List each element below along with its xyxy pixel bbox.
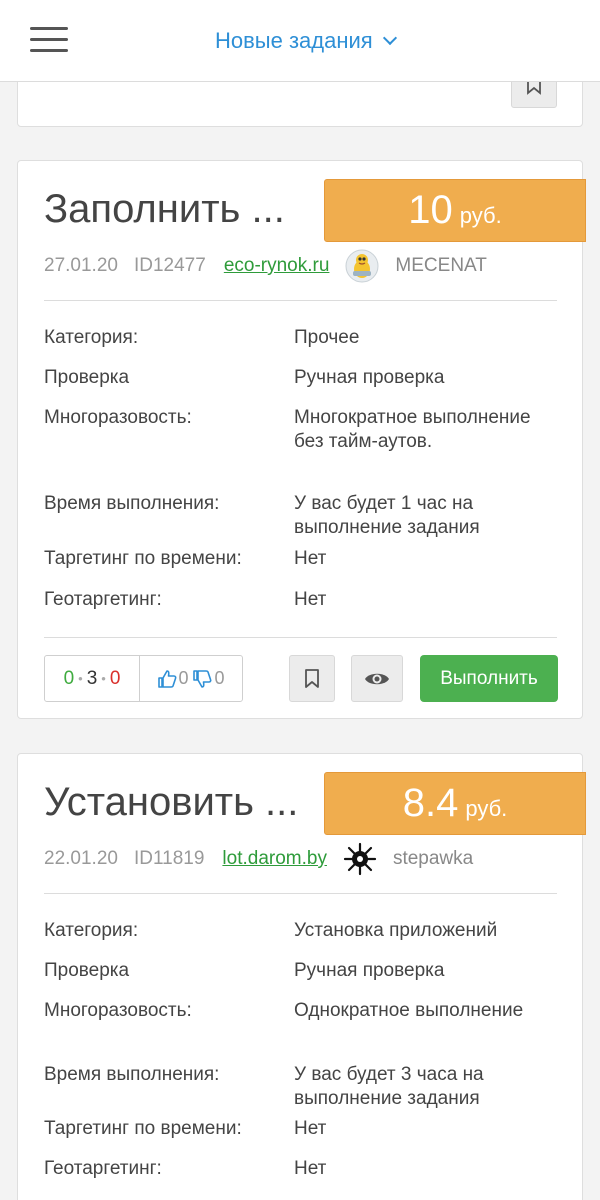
detail-value: У вас будет 3 часа на выполнение задания [294, 1064, 484, 1109]
detail-value: Нет [294, 1118, 327, 1139]
detail-row-time-targeting: Таргетинг по времени: Нет [44, 547, 557, 571]
hide-task-button[interactable] [351, 655, 403, 702]
price-currency: руб. [465, 795, 508, 821]
task-meta: 22.01.20 ID11819 lot.darom.by stepawka [44, 842, 473, 876]
price-badge: 8.4 руб. [324, 772, 586, 835]
section-dropdown[interactable]: Новые задания [215, 26, 397, 56]
do-task-button[interactable]: Выполнить [420, 655, 558, 702]
detail-value: Прочее [294, 327, 360, 348]
detail-label: Геотаргетинг: [44, 1158, 162, 1179]
task-card: Установить ... 8.4 руб. 22.01.20 ID11819… [17, 753, 586, 1200]
detail-value: Установка приложений [294, 920, 498, 941]
detail-label: Геотаргетинг: [44, 589, 162, 610]
detail-label: Проверка [44, 367, 130, 388]
detail-label: Категория: [44, 920, 139, 941]
user-avatar[interactable] [343, 842, 377, 876]
rating-counter: 0 0 [140, 656, 242, 701]
price-currency: руб. [459, 202, 502, 228]
detail-row-duration: Время выполнения: У вас будет 3 часа на … [44, 1063, 557, 1111]
task-id: ID11819 [133, 848, 205, 869]
detail-value: Ручная проверка [294, 960, 445, 981]
bookmark-button[interactable] [289, 655, 335, 702]
task-title[interactable]: Установить ... [44, 780, 298, 825]
detail-label: Многоразовость: [44, 407, 192, 428]
detail-row-geotargeting: Геотаргетинг: Нет [44, 1157, 557, 1181]
bookmark-icon [305, 668, 319, 688]
detail-value: Многократное выполнение без тайм-аутов. [294, 407, 531, 452]
detail-value: Ручная проверка [294, 367, 445, 388]
detail-row-time-targeting: Таргетинг по времени: Нет [44, 1117, 557, 1141]
divider [44, 637, 557, 638]
detail-row-reusability: Многоразовость: Многократное выполнение … [44, 406, 557, 478]
detail-value: Однократное выполнение [294, 1000, 524, 1021]
detail-row-check: Проверка Ручная проверка [44, 366, 557, 390]
task-site-link[interactable]: eco-rynok.ru [224, 255, 330, 277]
divider [44, 893, 557, 894]
detail-label: Категория: [44, 327, 139, 348]
detail-row-check: Проверка Ручная проверка [44, 959, 557, 983]
detail-row-geotargeting: Геотаргетинг: Нет [44, 588, 557, 612]
eye-icon [365, 673, 389, 684]
completion-counter: 0 • 3 • 0 [45, 656, 140, 701]
price-badge: 10 руб. [324, 179, 586, 242]
detail-label: Таргетинг по времени: [44, 548, 242, 569]
dislikes-count: 0 [214, 668, 225, 688]
task-date: 27.01.20 [44, 255, 118, 276]
task-author[interactable]: stepawka [393, 848, 473, 870]
thumbs-up-icon[interactable] [157, 669, 177, 689]
detail-label: Проверка [44, 960, 130, 981]
detail-label: Время выполнения: [44, 493, 220, 514]
thumbs-down-icon[interactable] [192, 669, 212, 689]
detail-row-reusability: Многоразовость: Однократное выполнение [44, 999, 557, 1047]
menu-icon[interactable] [30, 27, 68, 53]
detail-label: Время выполнения: [44, 1064, 220, 1085]
task-id: ID12477 [133, 255, 206, 276]
detail-value: Нет [294, 589, 327, 610]
top-bar: Новые задания [0, 0, 600, 82]
detail-value: Нет [294, 548, 327, 569]
task-meta: 27.01.20 ID12477 eco-rynok.ru MECENAT [44, 249, 487, 283]
detail-value: Нет [294, 1158, 327, 1179]
task-author[interactable]: MECENAT [395, 255, 486, 277]
task-title[interactable]: Заполнить ... [44, 187, 285, 232]
task-site-link[interactable]: lot.darom.by [222, 848, 327, 870]
likes-count: 0 [178, 668, 189, 688]
detail-row-category: Категория: Прочее [44, 326, 557, 350]
task-stats: 0 • 3 • 0 0 0 [44, 655, 243, 702]
task-date: 22.01.20 [44, 848, 118, 869]
price-value: 10 [408, 188, 453, 232]
detail-row-duration: Время выполнения: У вас будет 1 час на в… [44, 492, 557, 540]
divider [44, 300, 557, 301]
positive-count: 0 [63, 667, 75, 689]
chevron-down-icon [382, 30, 397, 46]
section-title: Новые задания [215, 28, 373, 53]
task-card: Заполнить ... 10 руб. 27.01.20 ID12477 e… [17, 160, 586, 719]
detail-label: Таргетинг по времени: [44, 1118, 242, 1139]
detail-value: У вас будет 1 час на выполнение задания [294, 493, 480, 538]
detail-row-category: Категория: Установка приложений [44, 919, 557, 943]
detail-label: Многоразовость: [44, 1000, 192, 1021]
neutral-count: 3 [86, 667, 98, 689]
negative-count: 0 [109, 667, 121, 689]
price-value: 8.4 [402, 781, 459, 825]
user-avatar[interactable] [345, 249, 379, 283]
